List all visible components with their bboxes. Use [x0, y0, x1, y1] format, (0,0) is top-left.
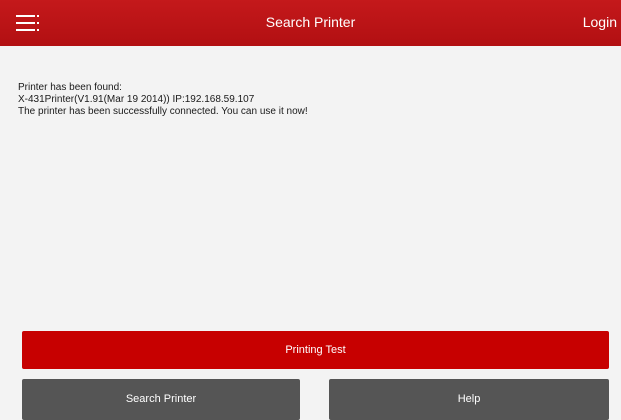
- status-message: Printer has been found: X-431Printer(V1.…: [18, 82, 308, 118]
- search-printer-button[interactable]: Search Printer: [22, 379, 300, 420]
- login-button[interactable]: Login: [583, 0, 617, 46]
- status-line-connected: The printer has been successfully connec…: [18, 106, 308, 117]
- main-content: Printer has been found: X-431Printer(V1.…: [0, 46, 621, 420]
- status-line-printer-info: X-431Printer(V1.91(Mar 19 2014)) IP:192.…: [18, 94, 255, 105]
- help-button[interactable]: Help: [329, 379, 609, 420]
- app-header: Search Printer Login: [0, 0, 621, 46]
- page-title: Search Printer: [265, 14, 356, 30]
- status-line-found: Printer has been found:: [18, 82, 122, 93]
- printing-test-button[interactable]: Printing Test: [22, 331, 609, 369]
